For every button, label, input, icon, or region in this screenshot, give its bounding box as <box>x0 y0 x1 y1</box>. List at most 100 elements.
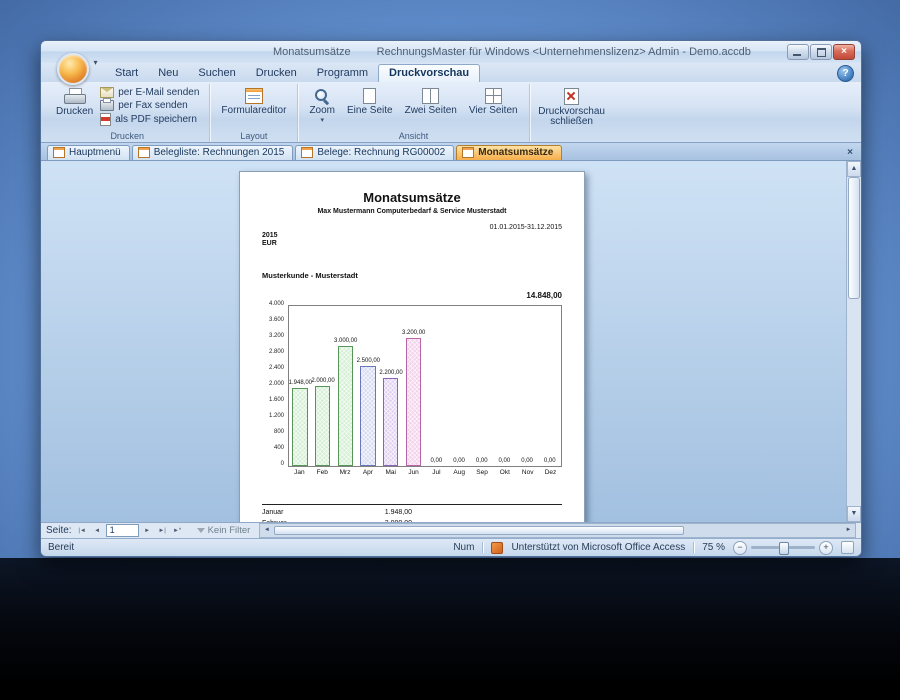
vertical-scroll-thumb[interactable] <box>848 177 860 299</box>
formeditor-button[interactable]: Formulareditor <box>217 86 290 118</box>
chart-bar <box>383 378 399 466</box>
scroll-right-icon[interactable]: ► <box>842 525 855 536</box>
view-button-1[interactable]: Eine Seite <box>343 86 397 126</box>
ribbon-tab-drucken[interactable]: Drucken <box>246 65 307 82</box>
close-button[interactable]: × <box>833 44 855 60</box>
close-document-icon[interactable]: × <box>843 145 857 160</box>
view-page-buttons: Eine Seite Zwei Seiten Vier Seiten <box>343 86 522 126</box>
minimize-icon <box>793 54 801 56</box>
x-axis-label: Sep <box>476 469 488 476</box>
new-record-button[interactable]: ►* <box>171 525 184 537</box>
report-currency: EUR <box>262 240 277 247</box>
ribbon-group-layout: Formulareditor Layout <box>210 84 299 142</box>
close-preview-button[interactable]: Druckvorschau schließen <box>537 86 607 129</box>
doc-tab[interactable]: Belege: Rechnung RG00002 <box>295 145 455 160</box>
zoom-button[interactable]: Zoom ▾ <box>305 86 339 126</box>
chart-plot-area: 1.948,00 2.000,00 3.000,00 2.500,00 2.200,00… <box>288 305 562 467</box>
form-icon <box>53 147 65 158</box>
button-label: per Fax senden <box>118 100 188 111</box>
form-icon <box>137 147 150 158</box>
quick-access-dropdown[interactable]: ▾ <box>89 56 102 69</box>
bar-value-label: 2.500,00 <box>356 358 381 364</box>
ribbon-tab-druckvorschau[interactable]: Druckvorschau <box>378 64 481 82</box>
status-num-lock: Num <box>453 542 475 553</box>
zoom-button-label: Zoom <box>309 105 335 116</box>
chart-column: 0,00 <box>538 306 561 466</box>
filter-button[interactable]: Kein Filter <box>192 525 256 536</box>
doc-tab[interactable]: Monatsumsätze <box>456 145 563 160</box>
chart-bar <box>315 386 331 466</box>
view-button-2[interactable]: Zwei Seiten <box>401 86 461 126</box>
horizontal-scrollbar[interactable]: ◄ ► <box>259 523 856 538</box>
summary-row: Februar2.000,00 <box>262 520 562 522</box>
report-page[interactable]: Monatsumsätze Max Mustermann Computerbed… <box>239 171 585 522</box>
bar-value-label: 0,00 <box>498 458 511 464</box>
report-total: 14.848,00 <box>526 291 562 300</box>
y-tick-label: 1.600 <box>268 397 284 403</box>
vertical-scrollbar[interactable]: ▲ ▼ <box>846 161 861 522</box>
ribbon-group-ansicht: Zoom ▾ Eine Seite Zwei Seiten Vier Seiten … <box>298 84 530 142</box>
print-button-label: Drucken <box>56 106 94 117</box>
ribbon-tab-neu[interactable]: Neu <box>148 65 188 82</box>
zoom-percentage[interactable]: 75 % <box>702 542 725 553</box>
ribbon-button-pdf[interactable]: als PDF speichern <box>97 113 202 126</box>
scroll-down-icon[interactable]: ▼ <box>847 506 861 522</box>
print-small-buttons: per E-Mail senden per Fax senden als PDF s… <box>97 86 202 126</box>
document-tab-bar: Hauptmenü Belegliste: Rechnungen 2015 Bele… <box>41 143 861 161</box>
chart-column: 1.948,00 <box>289 306 312 466</box>
zoom-in-button[interactable]: + <box>819 540 833 555</box>
ribbon-button-mail[interactable]: per E-Mail senden <box>97 87 202 98</box>
previous-page-button[interactable]: ◄ <box>91 525 104 537</box>
minimize-button[interactable] <box>787 44 809 60</box>
first-page-button[interactable]: |◄ <box>76 525 89 537</box>
summary-label: Januar <box>262 509 284 516</box>
filter-button-label: Kein Filter <box>207 525 251 536</box>
next-page-button[interactable]: ► <box>141 525 154 537</box>
zoom-out-button[interactable]: − <box>733 540 747 555</box>
bar-value-label: 0,00 <box>475 458 488 464</box>
scroll-up-icon[interactable]: ▲ <box>847 161 861 177</box>
print-button[interactable]: Drucken <box>52 86 97 119</box>
record-navigation-bar: Seite: |◄ ◄ 1 ► ►| ►* Kein Filter ◄ ► <box>41 522 861 538</box>
doc-tab[interactable]: Belegliste: Rechnungen 2015 <box>131 145 294 160</box>
doc-tab[interactable]: Hauptmenü <box>47 145 130 160</box>
group-label-ansicht: Ansicht <box>398 131 429 141</box>
horizontal-scroll-thumb[interactable] <box>274 526 684 535</box>
form-icon <box>301 147 314 158</box>
status-bar: Bereit Num Unterstützt von Microsoft Off… <box>41 538 861 556</box>
scroll-left-icon[interactable]: ◄ <box>260 525 273 536</box>
button-label: Zwei Seiten <box>404 105 457 116</box>
ribbon-tab-start[interactable]: Start <box>105 65 148 82</box>
monthly-bar-chart: 0 400 800 1.200 1.600 2.000 2.400 2.800 3.200 3.6… <box>262 301 562 476</box>
office-button[interactable] <box>57 53 89 85</box>
title-bar[interactable]: Monatsumsätze RechnungsMaster für Window… <box>41 41 861 63</box>
y-tick-label: 800 <box>273 429 284 435</box>
ribbon-button-fax[interactable]: per Fax senden <box>97 98 202 111</box>
view-button-3[interactable]: Vier Seiten <box>465 86 522 126</box>
summary-row: Januar 1.948,00 <box>262 509 562 516</box>
group-label-drucken: Drucken <box>110 131 144 141</box>
ribbon-tab-programm[interactable]: Programm <box>307 65 378 82</box>
desktop-floor-reflection <box>0 558 900 700</box>
chart-column: 3.200,00 <box>402 306 425 466</box>
x-axis-label: Jun <box>408 469 419 476</box>
zoom-slider-track[interactable] <box>751 542 815 555</box>
x-axis-label: Aug <box>453 469 465 476</box>
filter-icon <box>196 528 205 533</box>
restore-button[interactable] <box>810 44 832 60</box>
group-label-layout: Layout <box>240 131 268 141</box>
page-number-input[interactable]: 1 <box>105 524 139 537</box>
fit-to-window-icon[interactable] <box>841 541 854 554</box>
chart-column: 2.200,00 <box>379 306 403 466</box>
zoom-slider-thumb[interactable] <box>779 542 790 555</box>
bar-value-label: 0,00 <box>430 458 443 464</box>
ribbon-tab-suchen[interactable]: Suchen <box>188 65 245 82</box>
chart-bar <box>405 338 422 466</box>
last-page-button[interactable]: ►| <box>156 525 169 537</box>
button-label: Vier Seiten <box>468 105 518 116</box>
bar-value-label: 1.948,00 <box>288 380 313 387</box>
help-icon: ? <box>842 68 849 79</box>
y-tick-label: 2.800 <box>268 349 284 355</box>
print-preview-area[interactable]: Monatsumsätze Max Mustermann Computerbed… <box>41 161 861 522</box>
help-button[interactable]: ? <box>837 65 854 82</box>
